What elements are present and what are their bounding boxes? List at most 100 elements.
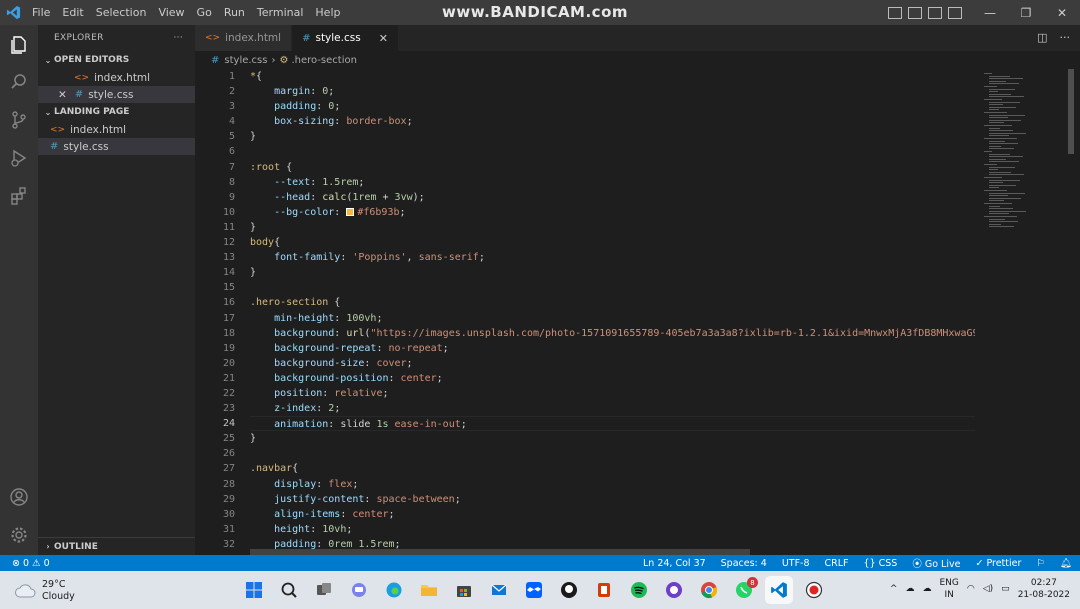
vertical-scrollbar[interactable] [1068,69,1074,154]
search-icon[interactable] [7,70,31,94]
color-swatch[interactable] [346,207,355,216]
edge-browser-icon[interactable] [380,576,408,604]
account-icon[interactable] [7,485,31,509]
code-line[interactable]: background-size: cover; [250,356,975,371]
menu-terminal[interactable]: Terminal [251,0,310,25]
notifications-bell-icon[interactable]: 🔔︎ [1060,558,1072,569]
open-editor-item[interactable]: ✕ # style.css [38,86,195,103]
close-icon[interactable]: ✕ [58,89,67,101]
onedrive-cloud-icon[interactable]: ☁ [905,584,914,594]
code-line[interactable] [250,280,975,295]
code-line[interactable]: background: url("https://images.unsplash… [250,326,975,341]
tab-index-html[interactable]: <> index.html [195,25,293,51]
source-control-icon[interactable] [7,108,31,132]
code-line[interactable]: .navbar{ [250,461,975,476]
tab-style-css[interactable]: # style.css ✕ [292,25,399,51]
problems-indicator[interactable]: ⊗ 0 ⚠ 0 [0,558,50,569]
open-editors-section[interactable]: ⌄ OPEN EDITORS [38,51,195,69]
menu-selection[interactable]: Selection [90,0,153,25]
menu-run[interactable]: Run [218,0,251,25]
code-line[interactable] [250,144,975,159]
minimap[interactable] [984,69,1074,555]
settings-gear-icon[interactable] [7,523,31,547]
ms-store-icon[interactable] [450,576,478,604]
start-button[interactable] [240,576,268,604]
code-line[interactable]: justify-content: space-between; [250,492,975,507]
code-line[interactable]: background-repeat: no-repeat; [250,341,975,356]
toggle-panel-icon[interactable] [908,6,922,19]
run-debug-icon[interactable] [7,146,31,170]
github-icon[interactable] [555,576,583,604]
wifi-icon[interactable]: ◠ [967,584,975,594]
menu-view[interactable]: View [152,0,190,25]
code-line[interactable]: padding: 0; [250,99,975,114]
file-encoding[interactable]: UTF-8 [782,558,810,569]
code-line[interactable]: } [250,220,975,235]
code-line[interactable]: :root { [250,160,975,175]
menu-go[interactable]: Go [191,0,218,25]
code-line[interactable]: body{ [250,235,975,250]
battery-icon[interactable]: ▭ [1001,584,1010,594]
breadcrumb-symbol[interactable]: .hero-section [291,55,357,66]
task-view-icon[interactable] [310,576,338,604]
code-line[interactable]: animation: slide 1s ease-in-out; [250,416,975,432]
taskbar-search-icon[interactable] [275,576,303,604]
customize-layout-icon[interactable] [948,6,962,19]
code-line[interactable]: position: relative; [250,386,975,401]
code-line[interactable]: height: 10vh; [250,522,975,537]
office-icon[interactable] [590,576,618,604]
language-indicator[interactable]: ENG IN [939,577,958,601]
more-actions-icon[interactable]: ··· [1060,31,1071,44]
onedrive-alt-icon[interactable]: ☁ [922,584,931,594]
clock[interactable]: 02:27 21-08-2022 [1018,577,1070,601]
code-line[interactable]: box-sizing: border-box; [250,114,975,129]
end-of-line[interactable]: CRLF [825,558,849,569]
close-window-button[interactable]: ✕ [1044,0,1080,25]
code-line[interactable]: display: flex; [250,477,975,492]
outline-section[interactable]: › OUTLINE [38,537,195,555]
go-live-button[interactable]: ⦿ Go Live [912,556,960,570]
indentation[interactable]: Spaces: 4 [721,558,767,569]
breadcrumb-file[interactable]: style.css [224,55,267,66]
mail-icon[interactable] [485,576,513,604]
code-line[interactable] [250,446,975,461]
whatsapp-icon[interactable]: 8 [730,576,758,604]
code-line[interactable]: *{ [250,69,975,84]
chat-icon[interactable] [345,576,373,604]
volume-icon[interactable]: ◁) [983,584,993,594]
toggle-secondary-sidebar-icon[interactable] [928,6,942,19]
restore-button[interactable]: ❐ [1008,0,1044,25]
code-line[interactable]: --text: 1.5rem; [250,175,975,190]
feedback-icon[interactable]: ⚐ [1036,558,1045,569]
code-content[interactable]: *{ margin: 0; padding: 0; box-sizing: bo… [250,69,975,552]
explorer-icon[interactable] [7,32,31,56]
code-line[interactable]: --bg-color: #f6b93b; [250,205,975,220]
file-explorer-icon[interactable] [415,576,443,604]
code-line[interactable]: background-position: center; [250,371,975,386]
code-line[interactable]: margin: 0; [250,84,975,99]
spotify-icon[interactable] [625,576,653,604]
code-line[interactable]: font-family: 'Poppins', sans-serif; [250,250,975,265]
toggle-sidebar-icon[interactable] [888,6,902,19]
menu-file[interactable]: File [26,0,56,25]
language-mode[interactable]: {} CSS [864,558,898,569]
code-line[interactable]: } [250,265,975,280]
code-line[interactable]: z-index: 2; [250,401,975,416]
code-line[interactable]: .hero-section { [250,295,975,310]
vscode-taskbar-icon[interactable] [765,576,793,604]
chevron-up-icon[interactable]: ^ [890,584,898,594]
code-line[interactable]: align-items: center; [250,507,975,522]
menu-help[interactable]: Help [309,0,346,25]
code-line[interactable]: } [250,431,975,446]
code-line[interactable]: } [250,129,975,144]
code-line[interactable]: min-height: 100vh; [250,311,975,326]
open-editor-item[interactable]: <> index.html [38,69,195,86]
dropbox-icon[interactable] [520,576,548,604]
file-tree-item[interactable]: # style.css [38,138,195,155]
project-folder-section[interactable]: ⌄ LANDING PAGE [38,103,195,121]
extensions-icon[interactable] [7,184,31,208]
chrome-icon[interactable] [695,576,723,604]
file-tree-item[interactable]: <> index.html [38,121,195,138]
more-actions-icon[interactable]: ··· [174,33,183,43]
cursor-position[interactable]: Ln 24, Col 37 [643,558,706,569]
